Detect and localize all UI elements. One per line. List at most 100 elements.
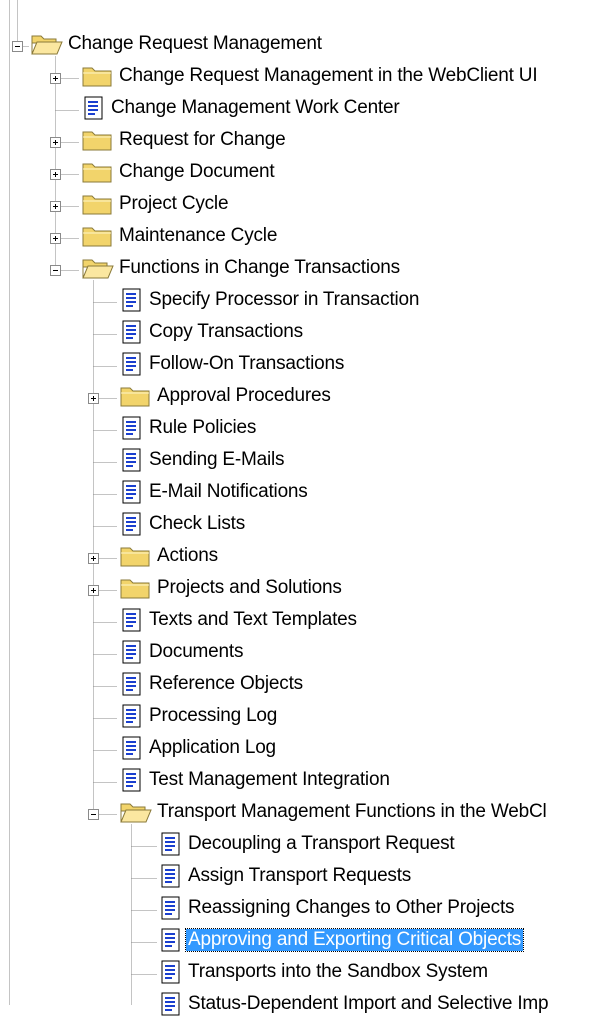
expand-node-icon[interactable] [50, 73, 61, 84]
tree-node-label[interactable]: Actions [155, 545, 220, 567]
tree-node[interactable]: Reference Objects [0, 670, 604, 700]
document-icon [158, 958, 182, 992]
tree-node[interactable]: Status-Dependent Import and Selective Im… [0, 990, 604, 1020]
tree-node[interactable]: Change Request Management [0, 30, 604, 60]
collapse-node-icon[interactable] [50, 265, 61, 276]
tree-node[interactable]: Change Request Management in the WebClie… [0, 62, 604, 92]
document-icon [158, 894, 182, 928]
tree-node-label[interactable]: Project Cycle [117, 193, 230, 215]
document-icon [119, 510, 143, 544]
folder-icon [81, 62, 115, 96]
tree-node[interactable]: Change Management Work Center [0, 94, 604, 124]
tree-node[interactable]: Project Cycle [0, 190, 604, 220]
expand-node-icon[interactable] [88, 585, 99, 596]
tree-node[interactable]: Test Management Integration [0, 766, 604, 796]
tree-node[interactable]: Copy Transactions [0, 318, 604, 348]
tree-node[interactable]: Transports into the Sandbox System [0, 958, 604, 988]
tree-node[interactable]: Follow-On Transactions [0, 350, 604, 380]
document-icon [119, 670, 143, 704]
tree-node[interactable]: Texts and Text Templates [0, 606, 604, 636]
tree-node-label[interactable]: Documents [147, 641, 245, 663]
expand-node-icon[interactable] [50, 137, 61, 148]
tree-node[interactable]: Documents [0, 638, 604, 668]
folder-open-icon [119, 798, 153, 832]
tree-node-label[interactable]: Decoupling a Transport Request [186, 833, 457, 855]
folder-icon [119, 574, 153, 608]
tree-node[interactable]: E-Mail Notifications [0, 478, 604, 508]
tree-node[interactable]: Specify Processor in Transaction [0, 286, 604, 316]
tree-node[interactable]: Application Log [0, 734, 604, 764]
tree-node[interactable]: Decoupling a Transport Request [0, 830, 604, 860]
document-icon [119, 638, 143, 672]
expand-node-icon[interactable] [50, 201, 61, 212]
tree-node[interactable]: Reassigning Changes to Other Projects [0, 894, 604, 924]
tree-node-label[interactable]: Reference Objects [147, 673, 305, 695]
tree-node-label[interactable]: Status-Dependent Import and Selective Im… [186, 993, 550, 1015]
tree-node-label[interactable]: Specify Processor in Transaction [147, 289, 421, 311]
collapse-node-icon[interactable] [12, 41, 23, 52]
tree-node[interactable]: Check Lists [0, 510, 604, 540]
tree-node[interactable]: Projects and Solutions [0, 574, 604, 604]
tree-node-label[interactable]: Follow-On Transactions [147, 353, 346, 375]
tree-node[interactable]: Approving and Exporting Critical Objects [0, 926, 604, 956]
tree-node-label[interactable]: Assign Transport Requests [186, 865, 413, 887]
tree-node[interactable]: Rule Policies [0, 414, 604, 444]
document-icon [119, 318, 143, 352]
document-icon [119, 446, 143, 480]
collapse-node-icon[interactable] [88, 809, 99, 820]
tree-node-label[interactable]: Change Request Management in the WebClie… [117, 65, 539, 87]
tree-node[interactable]: Approval Procedures [0, 382, 604, 412]
document-icon [119, 478, 143, 512]
tree-node-label[interactable]: Texts and Text Templates [147, 609, 359, 631]
tree-node[interactable]: Sending E-Mails [0, 446, 604, 476]
tree-node-label[interactable]: Application Log [147, 737, 278, 759]
tree-node-label[interactable]: Approval Procedures [155, 385, 333, 407]
tree-node-label[interactable]: Test Management Integration [147, 769, 392, 791]
tree-node[interactable]: Assign Transport Requests [0, 862, 604, 892]
tree-node-label[interactable]: Reassigning Changes to Other Projects [186, 897, 516, 919]
tree-node-label[interactable]: Change Document [117, 161, 276, 183]
tree-node-label[interactable]: Check Lists [147, 513, 247, 535]
tree-node[interactable]: Request for Change [0, 126, 604, 156]
tree-node-label[interactable]: Projects and Solutions [155, 577, 344, 599]
document-icon [81, 94, 105, 128]
document-icon [119, 702, 143, 736]
tree-node[interactable]: Processing Log [0, 702, 604, 732]
document-icon [119, 766, 143, 800]
document-icon [158, 926, 182, 960]
folder-icon [81, 158, 115, 192]
tree-node[interactable]: Actions [0, 542, 604, 572]
help-topic-tree: Change Request Management Change Request … [0, 0, 604, 1016]
document-icon [119, 414, 143, 448]
tree-node[interactable]: Functions in Change Transactions [0, 254, 604, 284]
tree-node[interactable]: Change Document [0, 158, 604, 188]
folder-open-icon [81, 254, 115, 288]
tree-node-label[interactable]: Approving and Exporting Critical Objects [184, 928, 525, 952]
expand-node-icon[interactable] [50, 233, 61, 244]
tree-node-label[interactable]: E-Mail Notifications [147, 481, 310, 503]
tree-node-label[interactable]: Request for Change [117, 129, 287, 151]
tree-node[interactable]: Transport Management Functions in the We… [0, 798, 604, 828]
tree-node-label[interactable]: Change Management Work Center [109, 97, 402, 119]
tree-node-label[interactable]: Sending E-Mails [147, 449, 286, 471]
tree-node-label[interactable]: Processing Log [147, 705, 279, 727]
folder-icon [81, 126, 115, 160]
tree-node-label[interactable]: Copy Transactions [147, 321, 305, 343]
folder-icon [119, 542, 153, 576]
document-icon [158, 862, 182, 896]
tree-node-label[interactable]: Maintenance Cycle [117, 225, 279, 247]
tree-node-label[interactable]: Change Request Management [66, 33, 324, 55]
folder-open-icon [30, 30, 64, 64]
tree-node-label[interactable]: Transports into the Sandbox System [186, 961, 490, 983]
expand-node-icon[interactable] [88, 553, 99, 564]
tree-node-label[interactable]: Rule Policies [147, 417, 258, 439]
tree-node-label[interactable]: Functions in Change Transactions [117, 257, 402, 279]
expand-node-icon[interactable] [88, 393, 99, 404]
document-icon [158, 830, 182, 864]
document-icon [158, 990, 182, 1024]
expand-node-icon[interactable] [50, 169, 61, 180]
tree-node[interactable]: Maintenance Cycle [0, 222, 604, 252]
tree-node-label[interactable]: Transport Management Functions in the We… [155, 801, 549, 823]
document-icon [119, 350, 143, 384]
document-icon [119, 734, 143, 768]
